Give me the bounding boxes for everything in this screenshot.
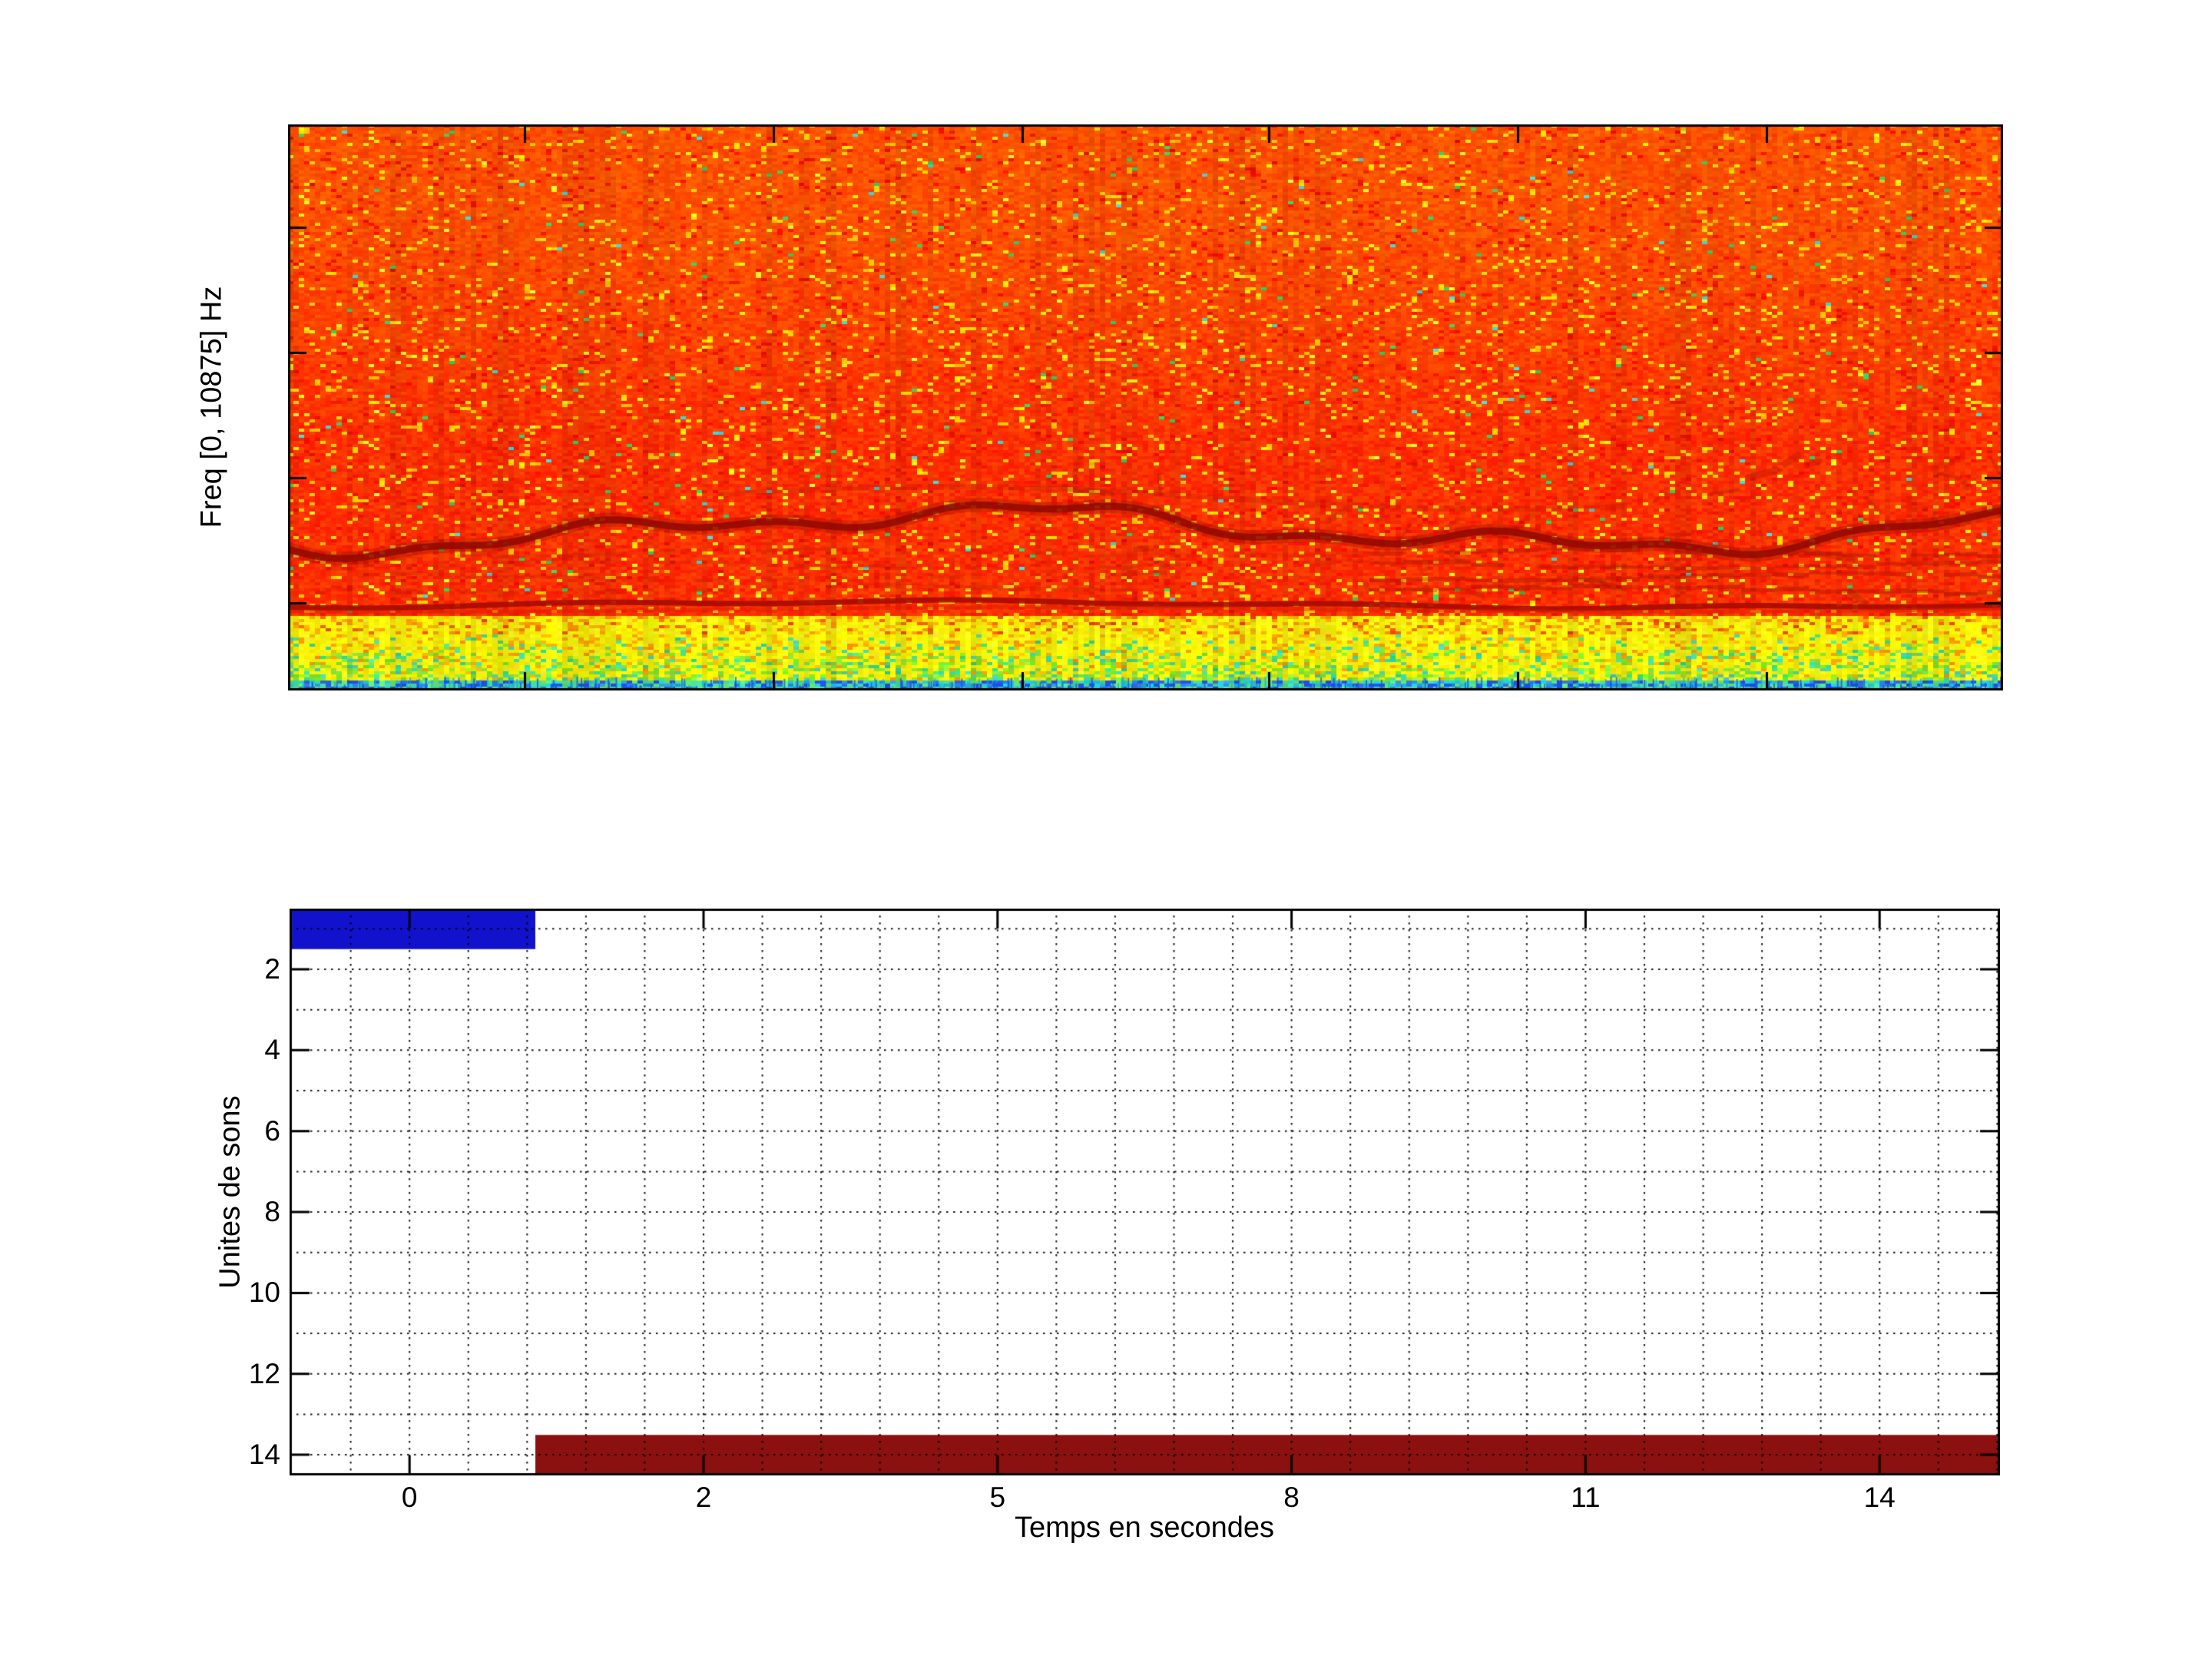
timeline-y-tick-label: 8 (173, 1197, 280, 1227)
timeline-x-tick-label: 8 (1238, 1483, 1346, 1512)
timeline-y-tick-label: 10 (173, 1278, 280, 1307)
timeline-y-tick-label: 4 (173, 1035, 280, 1065)
spectrogram-y-axis-label: Freq [0, 10875] Hz (196, 286, 229, 528)
spectrogram-canvas (288, 124, 2003, 690)
timeline-y-tick-label: 14 (173, 1440, 280, 1469)
matlab-figure: Freq [0, 10875] Hz Unites de sons 025811… (0, 0, 2212, 1659)
timeline-y-tick-label: 2 (173, 955, 280, 984)
timeline-canvas (290, 909, 2000, 1475)
timeline-x-tick-label: 2 (650, 1483, 757, 1512)
timeline-x-tick-label: 5 (944, 1483, 1051, 1512)
timeline-x-tick-label: 14 (1826, 1483, 1933, 1512)
timeline-y-tick-label: 12 (173, 1359, 280, 1389)
timeline-x-tick-label: 0 (356, 1483, 463, 1512)
timeline-x-tick-label: 11 (1532, 1483, 1639, 1512)
timeline-y-tick-label: 6 (173, 1117, 280, 1146)
timeline-x-axis-label: Temps en secondes (1015, 1512, 1274, 1545)
